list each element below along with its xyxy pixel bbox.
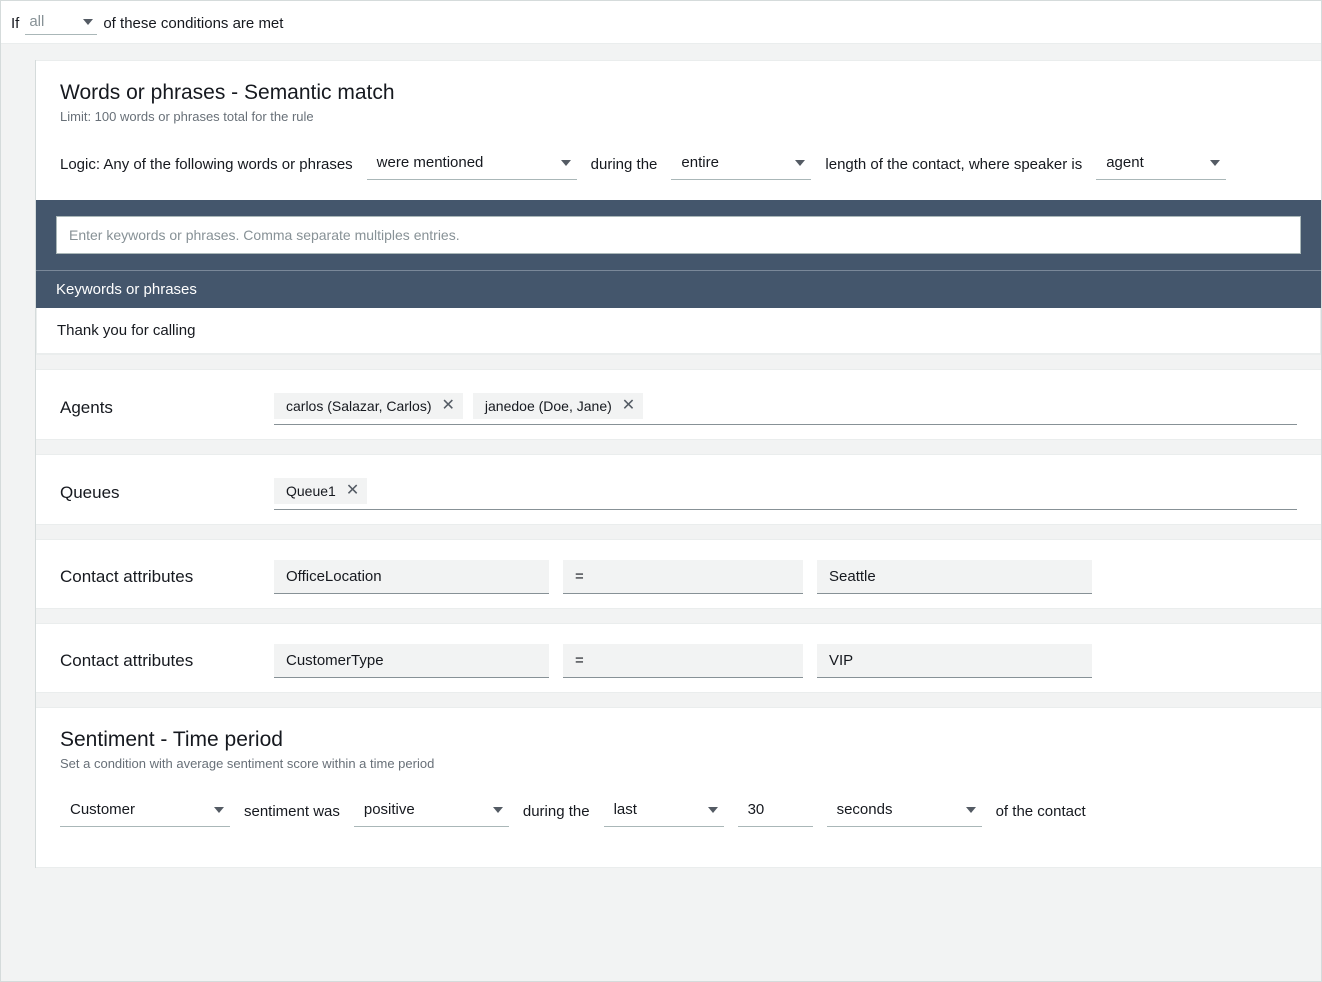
agents-chip-input[interactable]: carlos (Salazar, Carlos) ✕ janedoe (Doe,… — [274, 390, 1297, 425]
agents-card: Agents carlos (Salazar, Carlos) ✕ janedo… — [36, 369, 1321, 440]
sentiment-during-label: during the — [523, 803, 590, 820]
length-label: length of the contact, where speaker is — [825, 156, 1082, 173]
contact-attr-label: Contact attributes — [60, 651, 260, 671]
attr-operator-dropdown[interactable]: = — [563, 560, 803, 594]
sentiment-suffix: of the contact — [996, 803, 1086, 820]
speaker-value: agent — [1106, 154, 1144, 171]
unit-dropdown[interactable]: seconds — [827, 795, 982, 827]
chevron-down-icon — [795, 160, 805, 166]
keyword-list: Thank you for calling — [36, 308, 1321, 354]
chevron-down-icon — [966, 807, 976, 813]
close-icon[interactable]: ✕ — [346, 483, 359, 499]
close-icon[interactable]: ✕ — [442, 398, 455, 414]
match-type-dropdown[interactable]: all — [25, 11, 97, 35]
attr-value-input[interactable]: VIP — [817, 644, 1092, 678]
sentiment-card: Sentiment - Time period Set a condition … — [36, 707, 1321, 868]
attr-op-value: = — [575, 652, 584, 669]
contact-attr-label: Contact attributes — [60, 567, 260, 587]
match-type-value: all — [29, 13, 44, 30]
attr-operator-dropdown[interactable]: = — [563, 644, 803, 678]
keyword-input[interactable] — [56, 216, 1301, 254]
speaker-dropdown[interactable]: agent — [1096, 148, 1226, 180]
chevron-down-icon — [83, 19, 93, 25]
queue-chip: Queue1 ✕ — [274, 478, 367, 504]
queues-chip-input[interactable]: Queue1 ✕ — [274, 475, 1297, 510]
polarity-value: positive — [364, 801, 415, 818]
logic-row: Logic: Any of the following words or phr… — [60, 148, 1297, 180]
if-label: If — [11, 15, 19, 32]
queues-card: Queues Queue1 ✕ — [36, 454, 1321, 525]
queue-chip-label: Queue1 — [286, 483, 336, 499]
agent-chip: carlos (Salazar, Carlos) ✕ — [274, 393, 463, 419]
keyword-list-header: Keywords or phrases — [36, 270, 1321, 308]
scope-value: entire — [681, 154, 719, 171]
chevron-down-icon — [561, 160, 571, 166]
agent-chip-label: carlos (Salazar, Carlos) — [286, 398, 432, 414]
keyword-input-bar — [36, 200, 1321, 270]
sentiment-title: Sentiment - Time period — [60, 728, 1297, 752]
agents-label: Agents — [60, 398, 260, 418]
participant-dropdown[interactable]: Customer — [60, 795, 230, 827]
mention-value: were mentioned — [377, 154, 484, 171]
position-dropdown[interactable]: last — [604, 795, 724, 827]
attr-op-value: = — [575, 568, 584, 585]
attr-key-input[interactable]: CustomerType — [274, 644, 549, 678]
mention-dropdown[interactable]: were mentioned — [367, 148, 577, 180]
chevron-down-icon — [493, 807, 503, 813]
condition-header: If all of these conditions are met — [1, 1, 1321, 43]
attr-key-input[interactable]: OfficeLocation — [274, 560, 549, 594]
sentiment-subtitle: Set a condition with average sentiment s… — [60, 756, 1297, 771]
contact-attr-card: Contact attributes CustomerType = VIP — [36, 623, 1321, 693]
logic-prefix: Logic: Any of the following words or phr… — [60, 156, 353, 173]
queues-label: Queues — [60, 483, 260, 503]
attr-value-input[interactable]: Seattle — [817, 560, 1092, 594]
position-value: last — [614, 801, 637, 818]
agent-chip-label: janedoe (Doe, Jane) — [485, 398, 612, 414]
polarity-dropdown[interactable]: positive — [354, 795, 509, 827]
header-suffix: of these conditions are met — [103, 15, 283, 32]
semantic-subtitle: Limit: 100 words or phrases total for th… — [60, 109, 1297, 124]
unit-value: seconds — [837, 801, 893, 818]
close-icon[interactable]: ✕ — [622, 398, 635, 414]
participant-value: Customer — [70, 801, 135, 818]
chevron-down-icon — [708, 807, 718, 813]
keyword-item: Thank you for calling — [37, 308, 1320, 353]
scope-dropdown[interactable]: entire — [671, 148, 811, 180]
contact-attr-card: Contact attributes OfficeLocation = Seat… — [36, 539, 1321, 609]
duration-input[interactable]: 30 — [738, 795, 813, 827]
chevron-down-icon — [1210, 160, 1220, 166]
sentiment-row: Customer sentiment was positive during t… — [60, 795, 1297, 827]
during-label: during the — [591, 156, 658, 173]
agent-chip: janedoe (Doe, Jane) ✕ — [473, 393, 643, 419]
semantic-title: Words or phrases - Semantic match — [60, 81, 1297, 105]
semantic-match-card: Words or phrases - Semantic match Limit:… — [36, 60, 1321, 355]
sentiment-was-label: sentiment was — [244, 803, 340, 820]
chevron-down-icon — [214, 807, 224, 813]
